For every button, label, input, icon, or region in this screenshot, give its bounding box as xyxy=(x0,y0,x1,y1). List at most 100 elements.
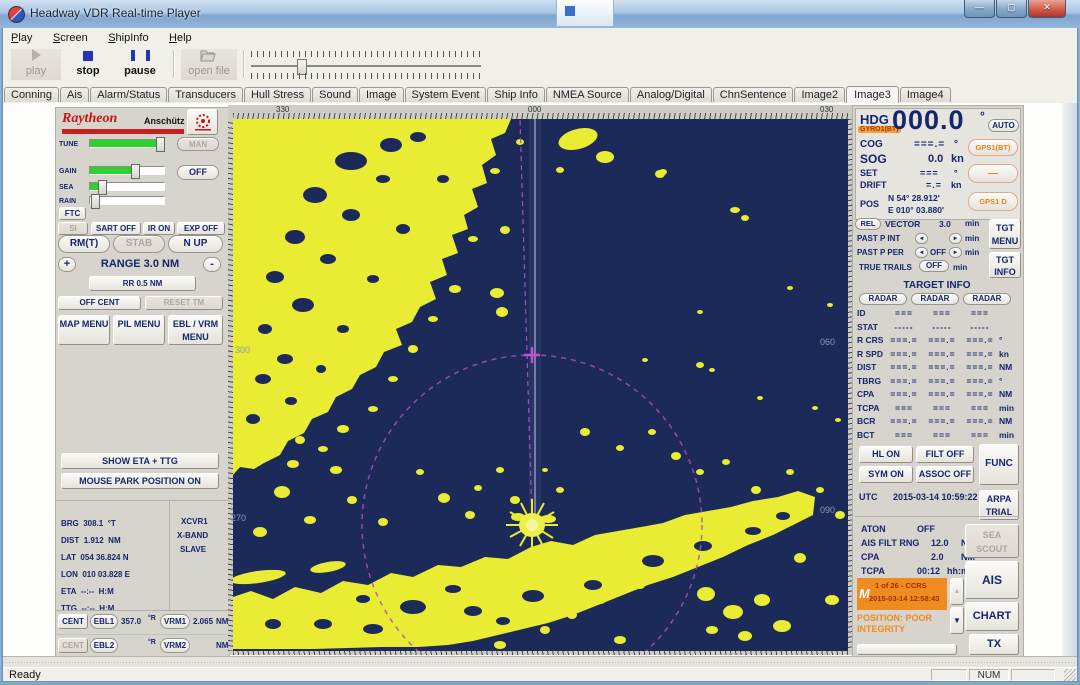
vrm1-range-unit: NM xyxy=(216,617,228,626)
ebl2-cent-button[interactable]: CENT xyxy=(58,638,88,653)
tab-sound[interactable]: Sound xyxy=(312,87,358,102)
pause-button[interactable]: pause xyxy=(115,49,165,80)
off-cent-button[interactable]: OFF CENT xyxy=(58,296,141,310)
tab-transducers[interactable]: Transducers xyxy=(168,87,243,102)
tune-slider[interactable] xyxy=(89,139,165,148)
tab-image4[interactable]: Image4 xyxy=(900,87,951,102)
man-button[interactable]: MAN xyxy=(177,137,219,151)
north-up-button[interactable]: N UP xyxy=(168,235,223,253)
tx-button[interactable]: TX xyxy=(969,634,1019,655)
hl-on-button[interactable]: HL ON xyxy=(859,446,913,463)
close-button[interactable]: ✕ xyxy=(1028,0,1066,18)
past-int-inc-button[interactable]: ► xyxy=(949,233,962,244)
ir-on-button[interactable]: IR ON xyxy=(143,222,175,235)
rm-button[interactable]: RM(T) xyxy=(58,235,110,253)
sym-on-button[interactable]: SYM ON xyxy=(859,466,913,483)
stab-button[interactable]: STAB xyxy=(113,235,165,253)
reset-tm-button[interactable]: RESET TM xyxy=(145,296,223,310)
gain-thumb[interactable] xyxy=(131,164,140,179)
gps1-button[interactable]: GPS1(BT) xyxy=(968,139,1018,156)
open-file-button[interactable]: open file xyxy=(181,49,237,80)
ebl-vrm-menu-button[interactable]: EBL / VRM MENU xyxy=(168,315,223,345)
show-eta-ttg-button[interactable]: SHOW ETA + TTG xyxy=(61,453,219,469)
menu-play[interactable]: Play xyxy=(3,30,40,46)
target-table-row: DIST===.====.====.=NM xyxy=(853,362,1023,376)
play-button[interactable]: play xyxy=(11,49,61,80)
sea-thumb[interactable] xyxy=(98,180,107,195)
menu-screen[interactable]: Screen xyxy=(45,30,96,46)
tab-nmea-source[interactable]: NMEA Source xyxy=(546,87,629,102)
vector-unit: min xyxy=(965,219,979,228)
sea-slider[interactable] xyxy=(89,182,165,191)
si-button[interactable]: SI xyxy=(58,222,88,235)
radar-scope xyxy=(233,119,848,651)
sea-off-button[interactable]: OFF xyxy=(177,165,219,180)
tab-alarm-status[interactable]: Alarm/Status xyxy=(90,87,167,102)
target-table-row: TBRG===.====.====.=° xyxy=(853,376,1023,390)
tgt-menu-button[interactable]: TGT MENU xyxy=(989,219,1021,249)
past-int-dec-button[interactable]: ◄ xyxy=(915,233,928,244)
exp-off-button[interactable]: EXP OFF xyxy=(177,222,225,235)
minimize-button[interactable]: — xyxy=(964,0,995,18)
tune-thumb[interactable] xyxy=(156,137,165,152)
tab-image2[interactable]: Image2 xyxy=(794,87,845,102)
rel-vector-button[interactable]: REL xyxy=(855,218,881,230)
range-rings-button[interactable]: RR 0.5 NM xyxy=(89,276,196,291)
filt-off-button[interactable]: FILT OFF xyxy=(916,446,974,463)
ais-button[interactable]: AIS xyxy=(965,561,1019,599)
pil-menu-button[interactable]: PIL MENU xyxy=(113,315,165,345)
vrm2-button[interactable]: VRM2 xyxy=(160,638,190,653)
tab-chnsentence[interactable]: ChnSentence xyxy=(713,87,794,102)
assoc-off-button[interactable]: ASSOC OFF xyxy=(916,466,974,483)
ebl1-button[interactable]: EBL1 xyxy=(90,614,118,629)
sea-scout-button[interactable]: SEA SCOUT xyxy=(965,524,1019,558)
maximize-button[interactable]: ▢ xyxy=(996,0,1027,18)
sart-off-button[interactable]: SART OFF xyxy=(91,222,141,235)
ebl2-button[interactable]: EBL2 xyxy=(90,638,118,653)
cpa-label: CPA xyxy=(861,552,879,562)
aton-value: OFF xyxy=(917,524,935,534)
tab-image[interactable]: Image xyxy=(359,87,404,102)
radar2-button[interactable]: RADAR xyxy=(911,293,959,305)
ftc-button[interactable]: FTC xyxy=(59,207,86,220)
menu-shipinfo[interactable]: ShipInfo xyxy=(100,30,156,46)
mouse-park-button[interactable]: MOUSE PARK POSITION ON xyxy=(61,473,219,489)
auto-button[interactable]: AUTO xyxy=(988,119,1019,132)
source-dash-button[interactable]: — xyxy=(968,164,1018,183)
alarm-scroll-up-button[interactable]: ▲ xyxy=(950,578,964,605)
slider-track[interactable] xyxy=(251,65,481,67)
vrm1-button[interactable]: VRM1 xyxy=(160,614,190,629)
tab-system-event[interactable]: System Event xyxy=(405,87,487,102)
ebl1-cent-button[interactable]: CENT xyxy=(58,614,88,629)
tgt-info-button[interactable]: TGT INFO xyxy=(989,252,1021,278)
playback-slider[interactable] xyxy=(251,50,481,80)
chart-button[interactable]: CHART xyxy=(965,602,1019,631)
tab-conning[interactable]: Conning xyxy=(4,87,59,102)
tab-image3[interactable]: Image3 xyxy=(846,86,899,103)
tab-hull-stress[interactable]: Hull Stress xyxy=(244,87,311,102)
trails-off-button[interactable]: OFF xyxy=(919,260,949,272)
radar1-button[interactable]: RADAR xyxy=(859,293,907,305)
stop-button[interactable]: stop xyxy=(63,49,113,80)
alarm-message-box[interactable]: M 1 of 26 - CCRS 2015-03-14 12:58:43 xyxy=(857,578,947,610)
past-per-dec-button[interactable]: ◄ xyxy=(915,247,928,258)
gps1d-button[interactable]: GPS1 D xyxy=(968,192,1018,211)
rain-thumb[interactable] xyxy=(91,194,100,209)
bearing-060: 060 xyxy=(820,337,835,347)
tab-strip: ConningAisAlarm/StatusTransducersHull St… xyxy=(3,83,1077,104)
func-button[interactable]: FUNC xyxy=(979,444,1019,485)
map-menu-button[interactable]: MAP MENU xyxy=(58,315,110,345)
resize-grip[interactable] xyxy=(1064,669,1076,681)
alarm-scroll-down-button[interactable]: ▼ xyxy=(950,607,964,634)
tab-ship-info[interactable]: Ship Info xyxy=(487,87,544,102)
range-up-button[interactable]: + xyxy=(58,257,76,272)
tab-analog-digital[interactable]: Analog/Digital xyxy=(630,87,712,102)
gain-slider[interactable] xyxy=(89,166,165,175)
menu-help[interactable]: Help xyxy=(161,30,200,46)
past-per-inc-button[interactable]: ► xyxy=(949,247,962,258)
range-down-button[interactable]: - xyxy=(203,257,221,272)
rain-slider[interactable] xyxy=(89,196,165,205)
radar3-button[interactable]: RADAR xyxy=(963,293,1011,305)
standby-button[interactable] xyxy=(187,109,218,135)
tab-ais[interactable]: Ais xyxy=(60,87,89,102)
